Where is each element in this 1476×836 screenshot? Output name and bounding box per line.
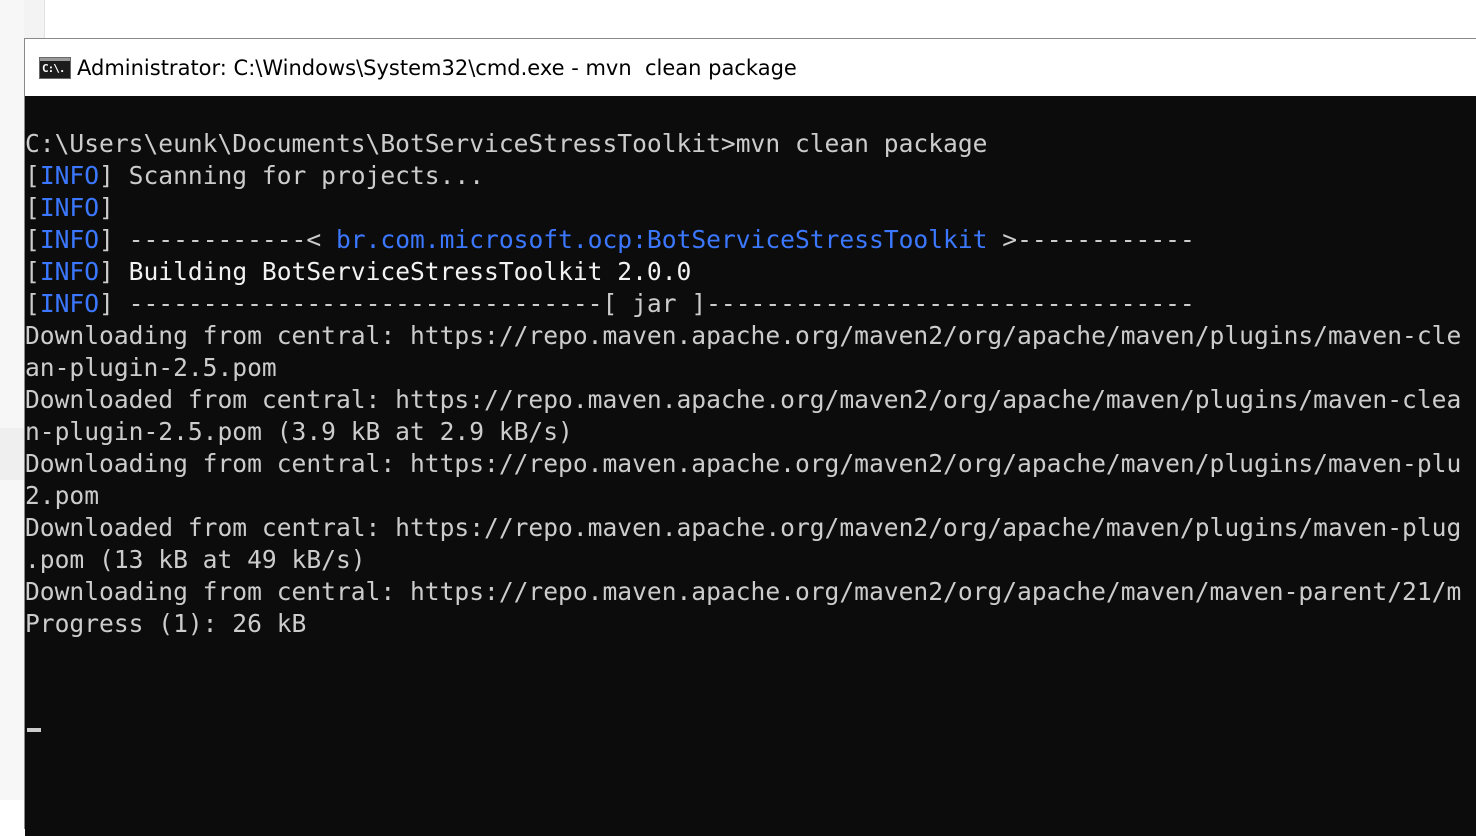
console-text: .pom (13 kB at 49 kB/s) xyxy=(25,545,366,574)
console-line: [INFO] ------------< br.com.microsoft.oc… xyxy=(25,224,1476,256)
console-text: ] xyxy=(99,257,129,286)
cmd-icon-glyph: C:\. xyxy=(42,62,65,75)
console-line: .pom (13 kB at 49 kB/s) xyxy=(25,544,1476,576)
console-highlight-text: br.com.microsoft.ocp:BotServiceStressToo… xyxy=(335,225,988,254)
console-text: Downloaded from central: https://repo.ma… xyxy=(25,385,1462,414)
window-titlebar[interactable]: C:\. Administrator: C:\Windows\System32\… xyxy=(25,39,1476,96)
console-line: 2.pom xyxy=(25,480,1476,512)
console-text: n-plugin-2.5.pom (3.9 kB at 2.9 kB/s) xyxy=(25,417,573,446)
console-line: Downloading from central: https://repo.m… xyxy=(25,576,1476,608)
console-text: an-plugin-2.5.pom xyxy=(25,353,277,382)
console-line: Downloading from central: https://repo.m… xyxy=(25,448,1476,480)
window-title: Administrator: C:\Windows\System32\cmd.e… xyxy=(77,56,797,80)
background-window-edge xyxy=(0,0,25,800)
console-text: Downloaded from central: https://repo.ma… xyxy=(25,513,1462,542)
console-highlight-text: INFO xyxy=(39,161,100,190)
background-panel-divider xyxy=(44,0,45,38)
console-text: [ xyxy=(25,161,40,190)
console-text: [ xyxy=(25,225,40,254)
console-text: Downloading from central: https://repo.m… xyxy=(25,321,1462,350)
console-line: C:\Users\eunk\Documents\BotServiceStress… xyxy=(25,128,1476,160)
console-line: Downloaded from central: https://repo.ma… xyxy=(25,512,1476,544)
background-panel-corner xyxy=(24,0,44,38)
console-text: ] xyxy=(99,193,114,222)
console-line: Downloaded from central: https://repo.ma… xyxy=(25,384,1476,416)
console-text: [ xyxy=(25,289,40,318)
console-line: an-plugin-2.5.pom xyxy=(25,352,1476,384)
console-highlight-text: INFO xyxy=(39,193,100,222)
console-text: Downloading from central: https://repo.m… xyxy=(25,577,1462,606)
console-text: Progress (1): 26 kB xyxy=(25,609,307,638)
console-text: Building BotServiceStressToolkit 2.0.0 xyxy=(128,257,692,286)
console-output[interactable]: C:\Users\eunk\Documents\BotServiceStress… xyxy=(25,96,1476,836)
console-text: ] ------------< xyxy=(99,225,336,254)
console-line: [INFO] Building BotServiceStressToolkit … xyxy=(25,256,1476,288)
console-highlight-text: INFO xyxy=(39,289,100,318)
console-line: Downloading from central: https://repo.m… xyxy=(25,320,1476,352)
console-text: C:\Users\eunk\Documents\BotServiceStress… xyxy=(25,129,988,158)
console-text: 2.pom xyxy=(25,481,100,510)
console-text: ] Scanning for projects... xyxy=(99,161,485,190)
console-highlight-text: INFO xyxy=(39,257,100,286)
console-line: Progress (1): 26 kB xyxy=(25,608,1476,640)
console-text: ] --------------------------------[ jar … xyxy=(99,289,1195,318)
console-highlight-text: INFO xyxy=(39,225,100,254)
background-window-notch xyxy=(0,428,24,480)
console-text: [ xyxy=(25,193,40,222)
console-line: [INFO] --------------------------------[… xyxy=(25,288,1476,320)
text-cursor xyxy=(27,728,41,732)
console-line: [INFO] xyxy=(25,192,1476,224)
cmd-window[interactable]: C:\. Administrator: C:\Windows\System32\… xyxy=(24,38,1476,836)
console-text: [ xyxy=(25,257,40,286)
console-text: >------------ xyxy=(987,225,1195,254)
console-line: [INFO] Scanning for projects... xyxy=(25,160,1476,192)
cmd-icon[interactable]: C:\. xyxy=(39,57,71,79)
console-line: n-plugin-2.5.pom (3.9 kB at 2.9 kB/s) xyxy=(25,416,1476,448)
console-text: Downloading from central: https://repo.m… xyxy=(25,449,1462,478)
